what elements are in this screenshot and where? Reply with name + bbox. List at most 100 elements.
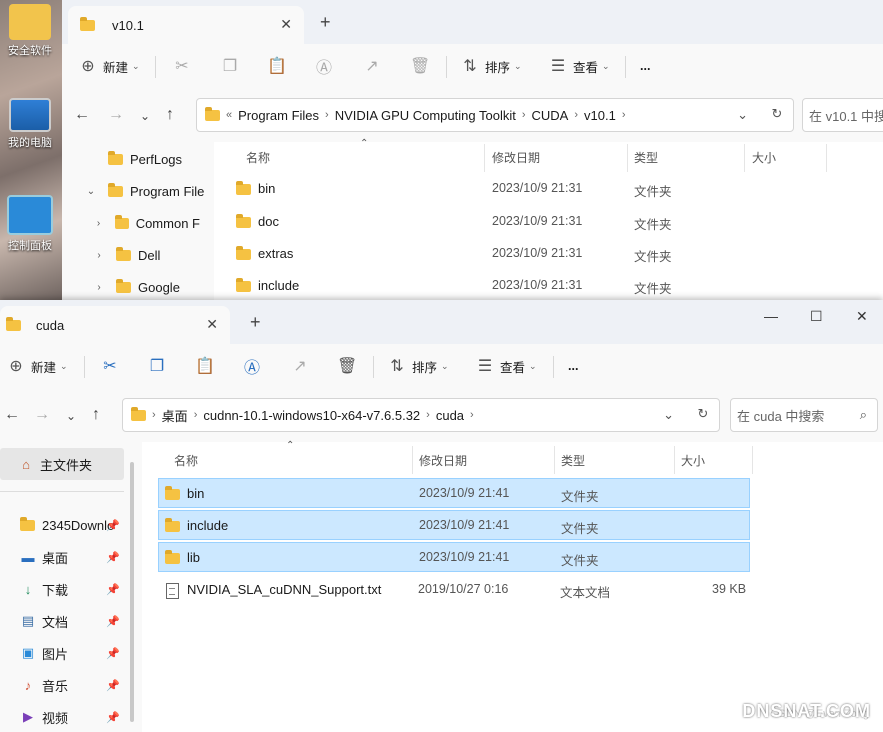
chevron-right-icon[interactable]: › — [426, 409, 430, 421]
sidebar-item-program-files[interactable]: ⌄ Program File — [84, 178, 204, 204]
up-icon[interactable]: ↑ — [166, 106, 174, 124]
refresh-icon[interactable]: ↻ — [762, 98, 792, 130]
pin-icon[interactable]: 📌 — [106, 711, 120, 724]
paste-button[interactable]: 📋 — [267, 54, 287, 78]
new-button[interactable]: ⊕ 新建 ⌄ — [78, 54, 139, 78]
column-header-size[interactable]: 大小 — [752, 149, 776, 166]
pin-icon[interactable]: 📌 — [106, 551, 120, 564]
sidebar-item-home[interactable]: ⌂ 主文件夹 — [0, 448, 124, 480]
new-tab-icon[interactable]: + — [250, 312, 261, 333]
search-input[interactable]: 在 v10.1 中搜 — [802, 98, 883, 132]
delete-button[interactable]: 🗑 — [410, 54, 430, 78]
desktop-icon-computer[interactable]: 我的电脑 — [0, 98, 60, 150]
column-divider[interactable] — [412, 446, 413, 474]
tab-v10[interactable]: v10.1 ✕ — [68, 6, 304, 44]
expand-right-icon[interactable]: › — [92, 282, 106, 293]
recent-chevron-icon[interactable]: ⌄ — [66, 409, 76, 423]
paste-button[interactable]: 📋 — [195, 354, 215, 378]
recent-chevron-icon[interactable]: ⌄ — [140, 109, 150, 123]
expand-right-icon[interactable]: › — [92, 250, 106, 261]
sidebar-scrollbar[interactable] — [130, 462, 134, 722]
column-header-type[interactable]: 类型 — [634, 149, 658, 166]
column-divider[interactable] — [752, 446, 753, 474]
pin-icon[interactable]: 📌 — [106, 679, 120, 692]
column-divider[interactable] — [744, 144, 745, 172]
view-button[interactable]: ☰ 查看 ⌄ — [475, 354, 537, 378]
breadcrumb-item[interactable]: cuda — [436, 408, 464, 423]
copy-button[interactable]: ❐ — [147, 354, 167, 378]
chevron-right-icon[interactable]: › — [152, 409, 156, 421]
pin-icon[interactable]: 📌 — [106, 647, 120, 660]
column-divider[interactable] — [674, 446, 675, 474]
sidebar-item-pictures[interactable]: ▣ 图片 — [20, 640, 116, 666]
delete-button[interactable]: 🗑 — [337, 354, 357, 378]
chevron-right-icon[interactable]: › — [574, 109, 578, 121]
address-bar[interactable]: › 桌面 › cudnn-10.1-windows10-x64-v7.6.5.3… — [122, 398, 720, 432]
table-row[interactable]: lib 2023/10/9 21:41 文件夹 — [158, 542, 750, 572]
close-tab-icon[interactable]: ✕ — [206, 316, 218, 333]
back-icon[interactable]: ← — [4, 406, 20, 424]
back-icon[interactable]: ← — [74, 106, 90, 124]
table-row[interactable]: bin 2023/10/9 21:41 文件夹 — [158, 478, 750, 508]
breadcrumb-item[interactable]: CUDA — [532, 108, 569, 123]
sidebar-item-documents[interactable]: ▤ 文档 — [20, 608, 116, 634]
forward-icon[interactable]: → — [34, 406, 50, 424]
chevron-right-icon[interactable]: › — [522, 109, 526, 121]
breadcrumb-item[interactable]: 桌面 — [162, 406, 188, 425]
column-divider[interactable] — [826, 144, 827, 172]
sidebar-item-dell[interactable]: › Dell — [92, 242, 160, 268]
chevron-right-icon[interactable]: › — [325, 109, 329, 121]
sidebar-item-videos[interactable]: ▶ 视频 — [20, 704, 116, 730]
cut-button[interactable]: ✂ — [172, 54, 192, 78]
sort-button[interactable]: ⇅ 排序 ⌄ — [387, 354, 448, 378]
column-header-type[interactable]: 类型 — [561, 452, 585, 469]
sidebar-item-desktop[interactable]: ▬ 桌面 — [20, 544, 116, 570]
column-header-name[interactable]: 名称 — [174, 452, 198, 469]
expand-right-icon[interactable]: › — [92, 218, 105, 229]
cut-button[interactable]: ✂ — [100, 354, 120, 378]
rename-button[interactable]: Ⓐ — [314, 54, 334, 78]
rename-button[interactable]: Ⓐ — [242, 354, 262, 378]
chevron-right-icon[interactable]: › — [470, 409, 474, 421]
desktop-icon-control-panel[interactable]: 控制面板 — [0, 195, 60, 253]
chevron-right-icon[interactable]: › — [194, 409, 198, 421]
search-input[interactable]: 在 cuda 中搜索 ⌕ — [730, 398, 878, 432]
sidebar-item-google[interactable]: › Google — [92, 274, 180, 300]
pin-icon[interactable]: 📌 — [106, 519, 120, 532]
column-header-modified[interactable]: 修改日期 — [492, 149, 540, 166]
sidebar-item-music[interactable]: ♪ 音乐 — [20, 672, 116, 698]
chevron-right-icon[interactable]: › — [622, 109, 626, 121]
column-divider[interactable] — [484, 144, 485, 172]
refresh-icon[interactable]: ↻ — [688, 398, 718, 430]
address-bar[interactable]: « Program Files › NVIDIA GPU Computing T… — [196, 98, 794, 132]
up-icon[interactable]: ↑ — [92, 406, 100, 424]
desktop-icon-security[interactable]: 安全软件 — [0, 4, 60, 58]
search-icon[interactable]: ⌕ — [860, 407, 867, 423]
breadcrumb-item[interactable]: NVIDIA GPU Computing Toolkit — [335, 108, 516, 123]
table-row[interactable]: bin 2023/10/9 21:31 文件夹 — [230, 174, 820, 204]
close-window-icon[interactable]: ✕ — [856, 308, 868, 325]
maximize-icon[interactable]: ☐ — [810, 308, 823, 325]
close-tab-icon[interactable]: ✕ — [280, 16, 292, 33]
copy-button[interactable]: ❐ — [220, 54, 240, 78]
new-tab-icon[interactable]: + — [320, 12, 331, 33]
overflow-icon[interactable]: « — [226, 109, 232, 121]
new-button[interactable]: ⊕ 新建 ⌄ — [6, 354, 67, 378]
share-button[interactable]: ↗ — [290, 354, 310, 378]
table-row[interactable]: include 2023/10/9 21:41 文件夹 — [158, 510, 750, 540]
tab-cuda[interactable]: cuda ✕ — [0, 306, 230, 344]
more-button[interactable]: ... — [640, 54, 650, 78]
share-button[interactable]: ↗ — [362, 54, 382, 78]
pin-icon[interactable]: 📌 — [106, 615, 120, 628]
table-row[interactable]: doc 2023/10/9 21:31 文件夹 — [230, 207, 820, 237]
column-header-size[interactable]: 大小 — [681, 452, 705, 469]
address-dropdown-icon[interactable]: ⌄ — [737, 107, 748, 123]
expand-down-icon[interactable]: ⌄ — [84, 186, 98, 197]
minimize-icon[interactable]: — — [764, 308, 778, 324]
pin-icon[interactable]: 📌 — [106, 583, 120, 596]
breadcrumb-item[interactable]: cudnn-10.1-windows10-x64-v7.6.5.32 — [203, 408, 420, 423]
table-row[interactable]: NVIDIA_SLA_cuDNN_Support.txt 2019/10/27 … — [158, 575, 750, 605]
more-button[interactable]: ... — [568, 354, 578, 378]
breadcrumb-item[interactable]: v10.1 — [584, 108, 616, 123]
sidebar-item-downloads[interactable]: ↓ 下载 — [20, 576, 116, 602]
